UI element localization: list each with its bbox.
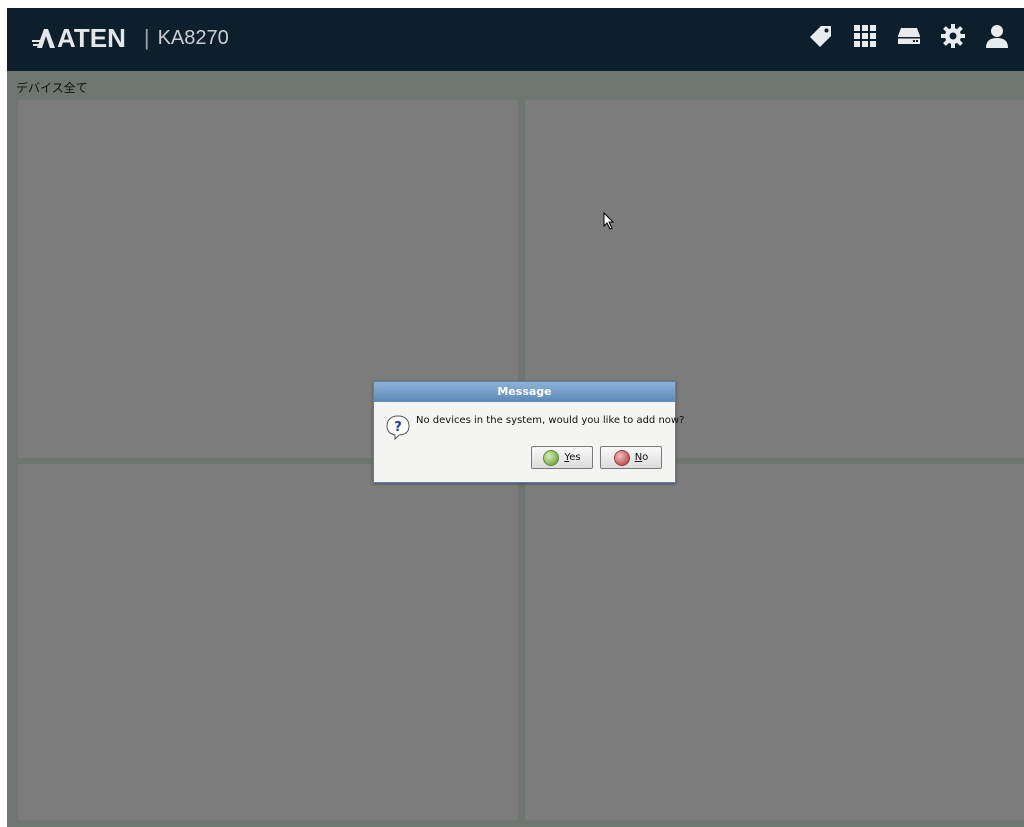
device-group-label: デバイス全て bbox=[16, 81, 88, 95]
yes-orb-icon bbox=[543, 449, 560, 466]
brand: ATEN | KA8270 bbox=[31, 24, 229, 52]
message-dialog: Message ? No devices in the system, woul… bbox=[373, 381, 684, 483]
yes-button[interactable]: Yes bbox=[531, 446, 593, 469]
mouse-cursor-icon bbox=[603, 212, 615, 230]
brand-separator: | bbox=[143, 25, 150, 50]
grid-icon[interactable] bbox=[852, 23, 878, 49]
no-orb-icon bbox=[613, 449, 630, 466]
gear-icon[interactable] bbox=[940, 23, 966, 49]
drive-icon[interactable] bbox=[896, 23, 922, 49]
dialog-message: No devices in the system, would you like… bbox=[416, 415, 685, 426]
toolbar-icons bbox=[808, 23, 1010, 49]
dialog-body: ? No devices in the system, would you li… bbox=[374, 402, 684, 482]
aten-logo-icon bbox=[32, 29, 55, 48]
user-icon[interactable] bbox=[984, 23, 1010, 49]
video-panel-4[interactable] bbox=[525, 464, 1024, 820]
question-icon: ? bbox=[386, 415, 410, 440]
no-button-label: No bbox=[634, 452, 649, 463]
top-bar: ATEN | KA8270 bbox=[7, 8, 1024, 71]
no-button[interactable]: No bbox=[600, 446, 662, 469]
svg-text:?: ? bbox=[394, 420, 402, 435]
model-name: KA8270 bbox=[157, 27, 229, 49]
video-panel-3[interactable] bbox=[18, 464, 518, 820]
brand-name: ATEN bbox=[57, 23, 126, 53]
yes-button-label: Yes bbox=[564, 452, 581, 463]
kvm-viewer-window: ATEN | KA8270 デバイス全て Message ? No device… bbox=[7, 8, 1024, 827]
dialog-title: Message bbox=[374, 382, 675, 402]
tag-icon[interactable] bbox=[808, 23, 834, 49]
